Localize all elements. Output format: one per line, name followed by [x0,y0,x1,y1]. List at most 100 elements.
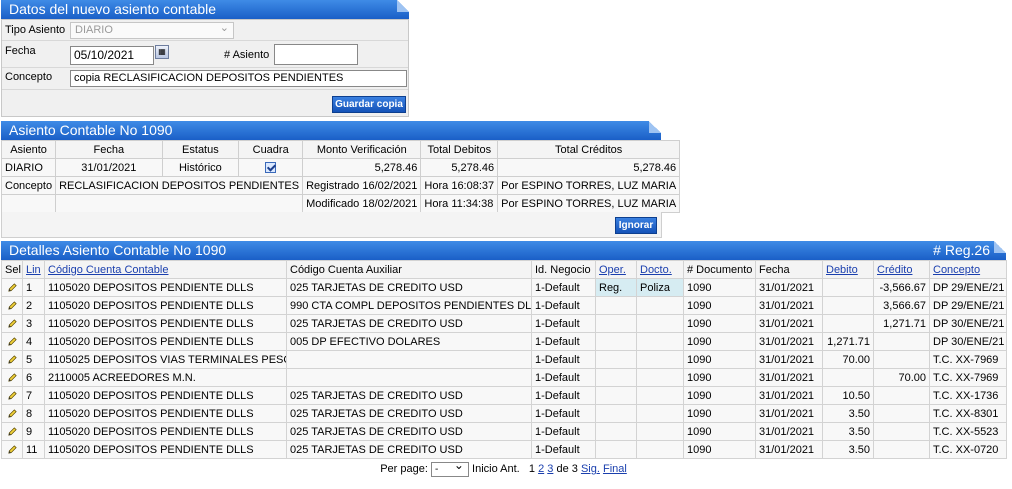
aux-cell: 025 TARJETAS DE CREDITO USD [286,440,532,459]
oper-cell [595,332,637,351]
per-page-select[interactable]: - [430,459,469,477]
num-asiento-label: # Asiento [224,49,270,61]
documento-cell: 1090 [683,314,756,333]
entry-concepto-label: Concepto [0,176,57,195]
documento-cell: 1090 [683,332,756,351]
negocio-cell: 1-Default [531,296,596,315]
fecha-cell: 31/01/2021 [755,422,823,441]
col-lin[interactable]: Lin [22,260,45,279]
fecha-cell: 31/01/2021 [755,314,823,333]
entry-registrado-hora: Hora 16:08:37 [420,176,499,195]
col-docto[interactable]: Docto. [636,260,684,279]
entry-registrado-por: Por ESPINO TORRES, LUZ MARIA [497,176,681,195]
page-3-link[interactable]: 3 [547,463,553,475]
per-page-label: Per page: [380,463,428,475]
cuenta-cell: 1105020 DEPOSITOS PENDIENTE DLLS [44,278,287,297]
edit-pencil-icon[interactable] [7,426,18,438]
entry-button-bar: Ignorar [1,212,662,238]
debito-cell: 3.50 [822,404,874,423]
details-title: Detalles Asiento Contable No 1090 [9,242,227,258]
oper-cell [595,368,637,387]
lin-cell: 9 [22,422,45,441]
debito-cell [822,296,874,315]
table-row: 9 1105020 DEPOSITOS PENDIENTE DLLS 025 TAR… [1,422,1007,441]
edit-pencil-icon[interactable] [7,354,18,366]
documento-cell: 1090 [683,440,756,459]
col-credito[interactable]: Crédito [873,260,930,279]
oper-cell: Reg. [595,278,637,297]
credito-cell: 3,566.67 [873,296,930,315]
fecha-row: Fecha 05/10/2021 ▦ # Asiento [2,41,408,68]
tipo-select[interactable]: DIARIO ⌄ [70,22,234,39]
debito-cell [822,368,874,387]
negocio-cell: 1-Default [531,404,596,423]
next-page-link[interactable]: Sig. [581,463,600,475]
cuenta-cell: 2110005 ACREEDORES M.N. [44,368,287,387]
entry-monto: 5,278.46 [302,158,422,177]
calendar-icon[interactable]: ▦ [155,45,169,59]
sel-cell [1,440,23,459]
page-2-link[interactable]: 2 [538,463,544,475]
sel-cell [1,314,23,333]
entry-registrado-row: Concepto RECLASIFICACION DEPOSITOS PENDI… [0,176,681,195]
sel-cell [1,422,23,441]
sel-cell [1,368,23,387]
table-row: 3 1105020 DEPOSITOS PENDIENTE DLLS 025 TAR… [1,314,1007,333]
fecha-cell: 31/01/2021 [755,440,823,459]
documento-cell: 1090 [683,422,756,441]
ignorar-button[interactable]: Ignorar [615,217,657,234]
table-row: 1 1105020 DEPOSITOS PENDIENTE DLLS 025 TAR… [1,278,1007,297]
docto-cell [636,422,684,441]
entry-title-bar: Asiento Contable No 1090 [1,121,661,140]
details-body: 1 1105020 DEPOSITOS PENDIENTE DLLS 025 TAR… [1,278,1007,459]
concepto-input[interactable]: copia RECLASIFICACION DEPOSITOS PENDIENT… [70,70,407,87]
documento-cell: 1090 [683,350,756,369]
lin-cell: 4 [22,332,45,351]
debito-cell: 3.50 [822,422,874,441]
table-row: 11 1105020 DEPOSITOS PENDIENTE DLLS 025 TA… [1,440,1007,459]
edit-pencil-icon[interactable] [7,408,18,420]
num-asiento-input[interactable] [274,44,358,65]
oper-cell [595,422,637,441]
col-oper[interactable]: Oper. [595,260,637,279]
concepto-cell: DP 30/ENE/21 [929,314,1007,333]
negocio-cell: 1-Default [531,314,596,333]
col-cuenta-contable[interactable]: Código Cuenta Contable [44,260,287,279]
concepto-cell: T.C. XX-7969 [929,368,1007,387]
edit-pencil-icon[interactable] [7,300,18,312]
edit-pencil-icon[interactable] [7,336,18,348]
fecha-cell: 31/01/2021 [755,368,823,387]
guardar-copia-button[interactable]: Guardar copia [332,96,406,113]
final-page-link[interactable]: Final [603,463,627,475]
edit-pencil-icon[interactable] [7,444,18,456]
concepto-cell: T.C. XX-8301 [929,404,1007,423]
tipo-row: Tipo Asiento DIARIO ⌄ [2,20,408,41]
col-concepto[interactable]: Concepto [929,260,1007,279]
documento-cell: 1090 [683,368,756,387]
concepto-cell: T.C. XX-0720 [929,440,1007,459]
cuenta-cell: 1105020 DEPOSITOS PENDIENTE DLLS [44,440,287,459]
edit-pencil-icon[interactable] [7,318,18,330]
lin-cell: 2 [22,296,45,315]
checkbox-checked-icon [265,162,277,174]
cuenta-cell: 1105020 DEPOSITOS PENDIENTE DLLS [44,332,287,351]
sel-cell [1,404,23,423]
col-debito[interactable]: Debito [822,260,874,279]
fecha-input[interactable]: 05/10/2021 [70,46,154,65]
entry-creditos: 5,278.46 [497,158,681,177]
oper-cell [595,296,637,315]
lin-cell: 11 [22,440,45,459]
col-fecha: Fecha [755,260,823,279]
col-documento: # Documento [683,260,756,279]
new-entry-title-bar: Datos del nuevo asiento contable [1,0,409,19]
edit-pencil-icon[interactable] [7,282,18,294]
edit-pencil-icon[interactable] [7,390,18,402]
sel-cell [1,332,23,351]
page-current: 1 [528,463,536,475]
credito-cell [873,350,930,369]
aux-cell: 025 TARJETAS DE CREDITO USD [286,314,532,333]
docto-cell [636,314,684,333]
edit-pencil-icon[interactable] [7,372,18,384]
aux-cell: 025 TARJETAS DE CREDITO USD [286,278,532,297]
documento-cell: 1090 [683,278,756,297]
